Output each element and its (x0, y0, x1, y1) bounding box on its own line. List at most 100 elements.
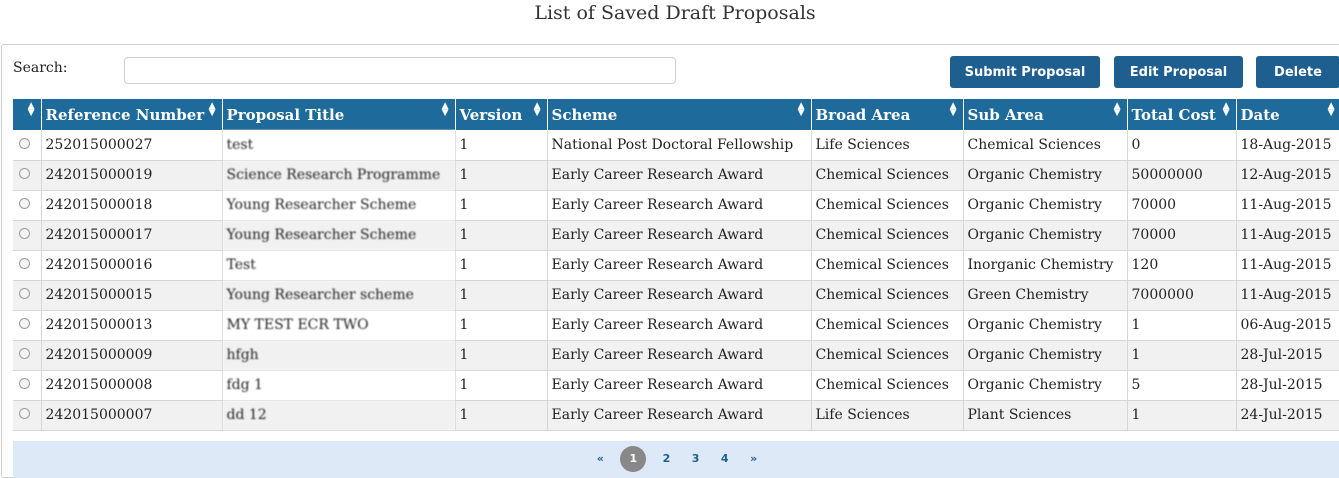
search-input[interactable] (124, 57, 676, 84)
row-select-radio[interactable] (19, 168, 30, 179)
cell-sub: Organic Chemistry (963, 370, 1128, 401)
column-header-version[interactable]: Version ▲ ▼ (455, 99, 548, 130)
cell-sub: Organic Chemistry (963, 190, 1128, 221)
cell-scheme: Early Career Research Award (547, 310, 812, 341)
column-header-scheme[interactable]: Scheme ▲ ▼ (547, 99, 812, 130)
row-select-radio[interactable] (19, 408, 30, 419)
pagination-page-1[interactable]: 1 (620, 446, 647, 472)
row-select-cell[interactable] (13, 160, 42, 191)
sort-icon[interactable]: ▲ ▼ (1223, 102, 1230, 118)
cell-sub: Inorganic Chemistry (963, 250, 1128, 281)
table-row[interactable]: 242015000019 Science Research Programme 1 E… (13, 160, 1339, 191)
sort-icon[interactable]: ▲ ▼ (1114, 102, 1121, 118)
row-select-cell[interactable] (13, 370, 42, 401)
cell-ref: 252015000027 (41, 130, 223, 161)
sort-icon[interactable]: ▲ ▼ (1328, 102, 1335, 118)
sort-icon[interactable]: ▲ ▼ (442, 102, 449, 118)
column-header-reference-number[interactable]: Reference Number ▲ ▼ (41, 99, 223, 130)
row-select-radio[interactable] (19, 378, 30, 389)
row-select-radio[interactable] (19, 228, 30, 239)
row-select-cell[interactable] (13, 400, 42, 431)
sort-icon[interactable]: ▲ ▼ (950, 102, 957, 118)
table-row[interactable]: 242015000015 Young Researcher scheme 1 Earl… (13, 280, 1339, 311)
row-select-radio[interactable] (19, 137, 30, 149)
cell-ref: 242015000015 (41, 280, 223, 311)
cell-date: 11-Aug-2015 (1236, 220, 1339, 251)
cell-title: Young Researcher Scheme (222, 220, 456, 251)
cell-scheme: Early Career Research Award (547, 280, 812, 311)
pagination-page-3[interactable]: 3 (687, 446, 705, 472)
sort-icon[interactable]: ▲ ▼ (28, 102, 35, 118)
column-header-date[interactable]: Date ▲ ▼ (1236, 99, 1339, 130)
row-select-radio[interactable] (19, 258, 30, 269)
cell-sub: Organic Chemistry (963, 220, 1128, 251)
cell-ref: 242015000008 (41, 370, 223, 401)
cell-version: 1 (455, 190, 548, 221)
row-select-radio[interactable] (19, 198, 30, 209)
table-row[interactable]: 252015000027 test 1 National Post Doctoral … (13, 130, 1339, 161)
table-row[interactable]: 242015000018 Young Researcher Scheme 1 Earl… (13, 190, 1339, 221)
row-select-cell[interactable] (13, 190, 42, 221)
cell-title: test (222, 130, 456, 161)
cell-broad: Life Sciences (811, 130, 964, 161)
cell-date: 11-Aug-2015 (1236, 250, 1339, 281)
row-select-cell[interactable] (13, 220, 42, 251)
row-select-cell[interactable] (13, 130, 42, 161)
table-row[interactable]: 242015000013 MY TEST ECR TWO 1 Early Career… (13, 310, 1339, 341)
cell-cost: 70000 (1127, 190, 1237, 221)
cell-broad: Chemical Sciences (811, 370, 964, 401)
cell-cost: 50000000 (1127, 160, 1237, 191)
edit-proposal-button[interactable]: Edit Proposal (1114, 56, 1243, 88)
row-select-radio[interactable] (19, 318, 30, 329)
table-row[interactable]: 242015000008 fdg 1 1 Early Career Research … (13, 370, 1339, 401)
column-header-total-cost[interactable]: Total Cost ▲ ▼ (1127, 99, 1237, 130)
table-row[interactable]: 242015000017 Young Researcher Scheme 1 Earl… (13, 220, 1339, 251)
cell-date: 11-Aug-2015 (1236, 190, 1339, 221)
cell-version: 1 (455, 400, 548, 431)
row-select-radio[interactable] (19, 348, 30, 359)
cell-version: 1 (455, 130, 548, 161)
sort-icon[interactable]: ▲ ▼ (209, 102, 216, 118)
cell-title: MY TEST ECR TWO (222, 310, 456, 341)
sort-icon[interactable]: ▲ ▼ (798, 102, 805, 118)
row-select-cell[interactable] (13, 280, 42, 311)
cell-cost: 1 (1127, 310, 1237, 341)
row-select-radio[interactable] (19, 288, 30, 299)
cell-title: Science Research Programme (222, 160, 456, 191)
cell-ref: 242015000017 (41, 220, 223, 251)
cell-date: 06-Aug-2015 (1236, 310, 1339, 341)
delete-button[interactable]: Delete (1256, 56, 1339, 88)
cell-scheme: Early Career Research Award (547, 400, 812, 431)
row-select-cell[interactable] (13, 310, 42, 341)
proposals-panel: Search: Submit Proposal Edit Proposal De… (1, 44, 1339, 478)
column-header-broad-area[interactable]: Broad Area ▲ ▼ (811, 99, 964, 130)
cell-version: 1 (455, 310, 548, 341)
pagination-next[interactable]: » (745, 446, 763, 472)
row-select-cell[interactable] (13, 250, 42, 281)
cell-cost: 1 (1127, 400, 1237, 431)
cell-ref: 242015000018 (41, 190, 223, 221)
table-row[interactable]: 242015000016 Test 1 Early Career Research A… (13, 250, 1339, 281)
cell-scheme: Early Career Research Award (547, 370, 812, 401)
row-select-cell[interactable] (13, 340, 42, 371)
table-row[interactable]: 242015000009 hfgh 1 Early Career Research A… (13, 340, 1339, 371)
cell-sub: Organic Chemistry (963, 310, 1128, 341)
column-header-proposal-title[interactable]: Proposal Title ▲ ▼ (222, 99, 456, 130)
submit-proposal-button[interactable]: Submit Proposal (950, 56, 1100, 88)
select-column-header[interactable]: ▲ ▼ (13, 99, 42, 130)
cell-ref: 242015000007 (41, 400, 223, 431)
column-header-sub-area[interactable]: Sub Area ▲ ▼ (963, 99, 1128, 130)
pagination-prev[interactable]: « (591, 446, 609, 472)
cell-date: 28-Jul-2015 (1236, 340, 1339, 371)
proposals-table: ▲ ▼ Reference Number ▲ ▼ Proposal Title ▲ ▼ V… (13, 99, 1339, 431)
cell-sub: Green Chemistry (963, 280, 1128, 311)
pagination-page-2[interactable]: 2 (657, 446, 675, 472)
page-title: List of Saved Draft Proposals (534, 2, 816, 24)
sort-icon[interactable]: ▲ ▼ (534, 102, 541, 118)
cell-broad: Chemical Sciences (811, 310, 964, 341)
cell-broad: Chemical Sciences (811, 160, 964, 191)
cell-broad: Chemical Sciences (811, 340, 964, 371)
table-row[interactable]: 242015000007 dd 12 1 Early Career Research … (13, 400, 1339, 431)
cell-date: 11-Aug-2015 (1236, 280, 1339, 311)
pagination-page-4[interactable]: 4 (716, 446, 734, 472)
